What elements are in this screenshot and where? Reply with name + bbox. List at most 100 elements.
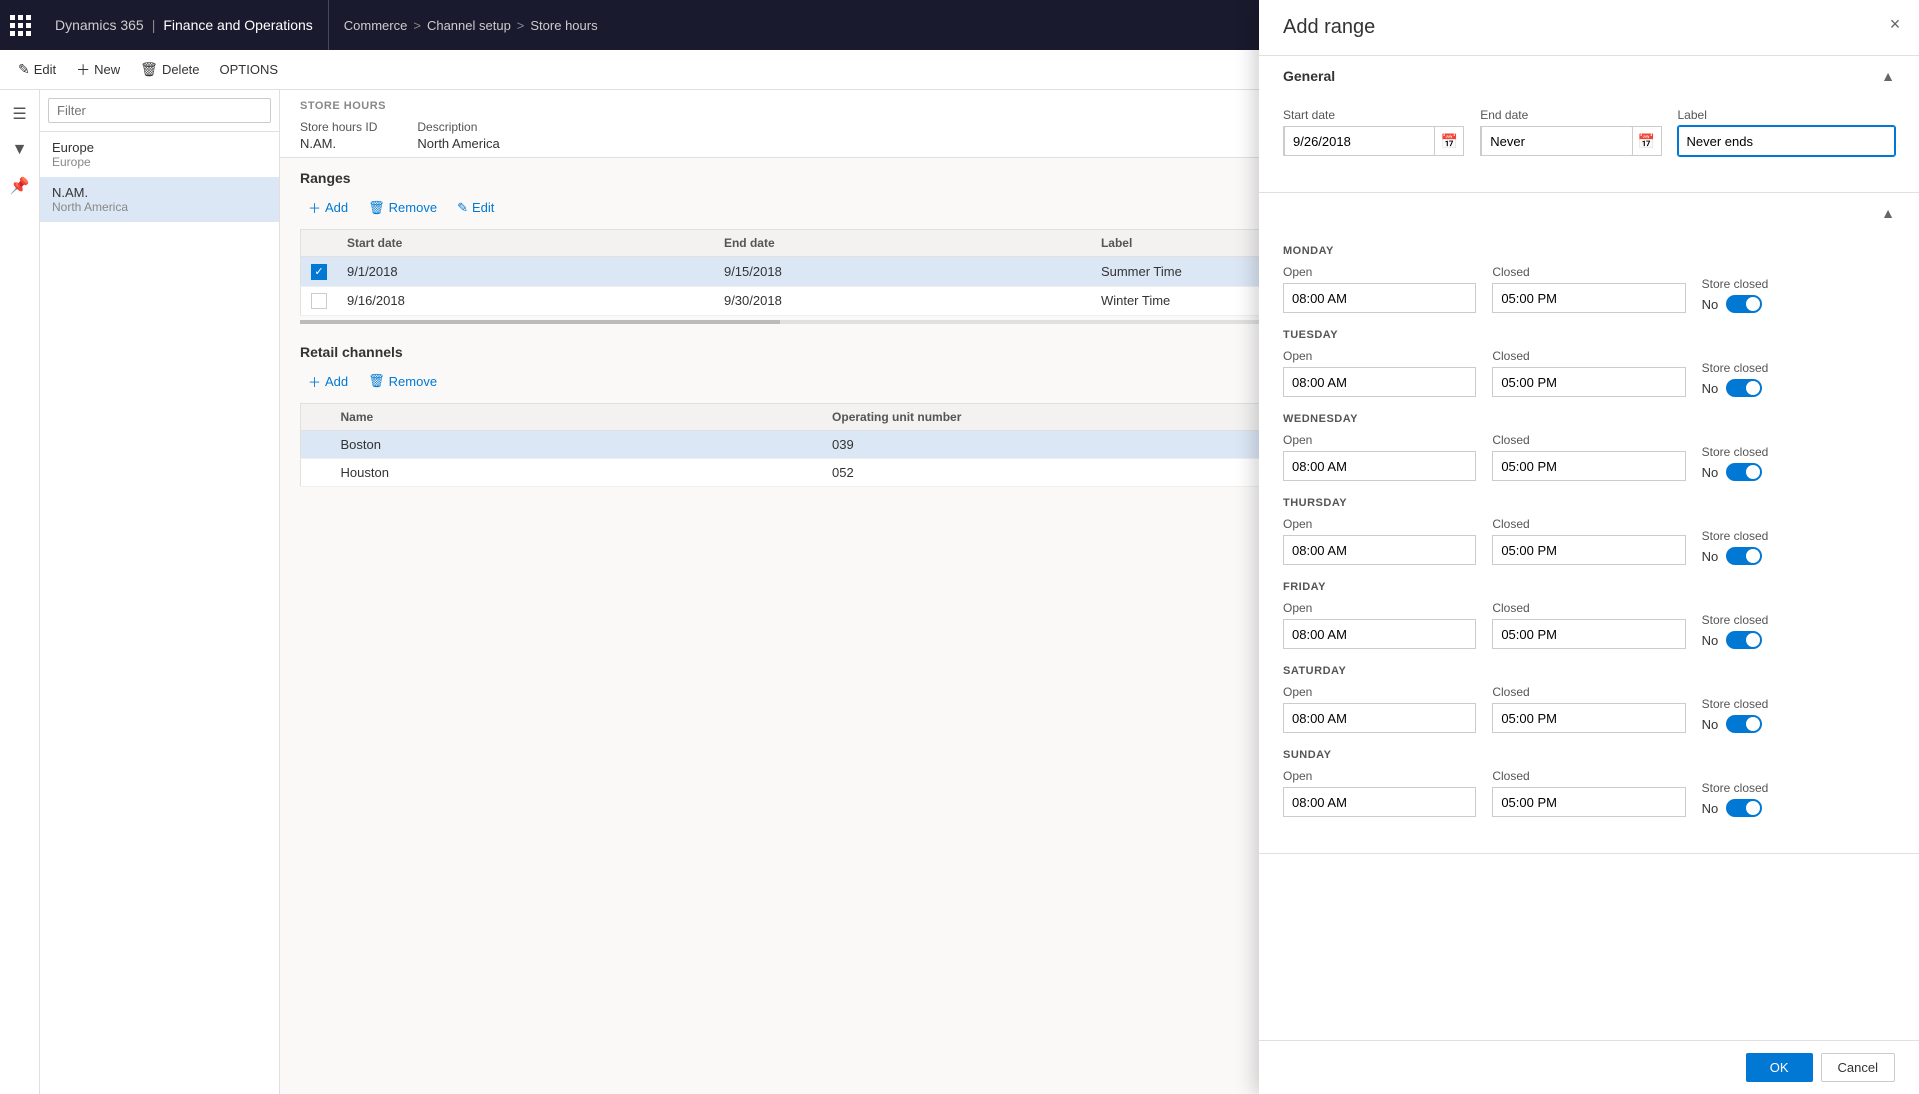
- closed-input-friday[interactable]: [1492, 619, 1685, 649]
- label-input[interactable]: [1678, 126, 1896, 156]
- chevron-up-icon: ▲: [1881, 68, 1895, 84]
- day-section-sunday: SUNDAY Open Closed Store closed No: [1283, 749, 1895, 817]
- modal-body: General ▲ Start date 📅 End date: [1259, 56, 1919, 1040]
- open-input-friday[interactable]: [1283, 619, 1476, 649]
- store-closed-no-tuesday: No: [1702, 381, 1719, 396]
- closed-field-friday: Closed: [1492, 601, 1685, 649]
- start-date-input-wrapper: 📅: [1283, 126, 1464, 156]
- closed-input-tuesday[interactable]: [1492, 367, 1685, 397]
- general-section-header[interactable]: General ▲: [1259, 56, 1919, 96]
- day-section-tuesday: TUESDAY Open Closed Store closed No: [1283, 329, 1895, 397]
- start-date-calendar-button[interactable]: 📅: [1435, 127, 1463, 155]
- sidebar: Europe Europe N.AM. North America: [40, 90, 280, 1094]
- store-closed-toggle-thursday[interactable]: [1726, 547, 1762, 565]
- store-closed-no-friday: No: [1702, 633, 1719, 648]
- checkbox-checked-icon: ✓: [311, 264, 327, 280]
- day-fields-sunday: Open Closed Store closed No: [1283, 769, 1895, 817]
- row-name: Boston: [331, 430, 823, 458]
- closed-input-thursday[interactable]: [1492, 535, 1685, 565]
- retail-remove-button[interactable]: 🗑 Remove: [360, 368, 445, 395]
- retail-add-button[interactable]: ＋ Add: [300, 368, 356, 395]
- open-input-tuesday[interactable]: [1283, 367, 1476, 397]
- store-closed-toggle-sunday[interactable]: [1726, 799, 1762, 817]
- day-fields-friday: Open Closed Store closed No: [1283, 601, 1895, 649]
- store-closed-toggle-saturday[interactable]: [1726, 715, 1762, 733]
- brand-d365-label[interactable]: Dynamics 365: [55, 17, 144, 33]
- store-closed-no-sunday: No: [1702, 801, 1719, 816]
- modal-title: Add range: [1259, 0, 1919, 56]
- nav-hamburger-button[interactable]: ☰: [4, 98, 36, 130]
- delete-icon: 🗑: [140, 61, 158, 78]
- edit-icon: ✎: [18, 61, 30, 78]
- closed-input-saturday[interactable]: [1492, 703, 1685, 733]
- open-input-thursday[interactable]: [1283, 535, 1476, 565]
- brand-area: Dynamics 365 | Finance and Operations: [40, 0, 329, 50]
- open-input-sunday[interactable]: [1283, 787, 1476, 817]
- day-fields-saturday: Open Closed Store closed No: [1283, 685, 1895, 733]
- store-closed-no-saturday: No: [1702, 717, 1719, 732]
- store-closed-field-thursday: Store closed No: [1702, 529, 1895, 565]
- new-button[interactable]: ＋ New: [68, 56, 128, 84]
- breadcrumb-store-hours[interactable]: Store hours: [530, 18, 597, 33]
- filter-button[interactable]: ▼: [4, 134, 36, 166]
- waffle-icon: [10, 15, 31, 36]
- open-input-monday[interactable]: [1283, 283, 1476, 313]
- closed-field-wednesday: Closed: [1492, 433, 1685, 481]
- days-section-header[interactable]: ▲: [1259, 193, 1919, 233]
- icon-bar: ☰ ▼ 📌: [0, 90, 40, 1094]
- waffle-menu-button[interactable]: [0, 0, 40, 50]
- store-closed-toggle-tuesday[interactable]: [1726, 379, 1762, 397]
- pin-button[interactable]: 📌: [4, 170, 36, 202]
- general-section-content: Start date 📅 End date 📅: [1259, 96, 1919, 192]
- closed-input-monday[interactable]: [1492, 283, 1685, 313]
- row-check[interactable]: [301, 286, 338, 315]
- row-check[interactable]: ✓: [301, 257, 338, 287]
- store-closed-field-tuesday: Store closed No: [1702, 361, 1895, 397]
- ok-button[interactable]: OK: [1746, 1053, 1813, 1082]
- sidebar-item-europe[interactable]: Europe Europe: [40, 132, 279, 177]
- remove-icon: 🗑: [368, 200, 385, 216]
- store-closed-toggle-friday[interactable]: [1726, 631, 1762, 649]
- edit-icon: ✎: [457, 200, 468, 216]
- end-date-field: End date 📅: [1480, 108, 1661, 156]
- label-field: Label: [1678, 108, 1896, 156]
- edit-button[interactable]: ✎ Edit: [10, 57, 64, 82]
- ranges-col-check: [301, 230, 338, 257]
- end-date-calendar-button[interactable]: 📅: [1633, 127, 1661, 155]
- ranges-edit-button[interactable]: ✎ Edit: [449, 194, 502, 221]
- store-closed-toggle-monday[interactable]: [1726, 295, 1762, 313]
- delete-button[interactable]: 🗑 Delete: [132, 57, 207, 82]
- options-button[interactable]: OPTIONS: [212, 58, 287, 81]
- day-label-thursday: THURSDAY: [1283, 497, 1895, 509]
- days-section: ▲ MONDAY Open Closed Store closed: [1259, 193, 1919, 854]
- days-section-content: MONDAY Open Closed Store closed No: [1259, 233, 1919, 853]
- cancel-button[interactable]: Cancel: [1821, 1053, 1895, 1082]
- closed-input-wednesday[interactable]: [1492, 451, 1685, 481]
- open-input-wednesday[interactable]: [1283, 451, 1476, 481]
- open-field-monday: Open: [1283, 265, 1476, 313]
- general-label: General: [1283, 68, 1335, 84]
- modal-close-button[interactable]: ×: [1881, 10, 1909, 38]
- day-label-tuesday: TUESDAY: [1283, 329, 1895, 341]
- breadcrumb: Commerce > Channel setup > Store hours: [329, 18, 613, 33]
- day-section-wednesday: WEDNESDAY Open Closed Store closed No: [1283, 413, 1895, 481]
- modal-footer: OK Cancel: [1259, 1040, 1919, 1094]
- breadcrumb-commerce[interactable]: Commerce: [344, 18, 408, 33]
- open-input-saturday[interactable]: [1283, 703, 1476, 733]
- breadcrumb-channel-setup[interactable]: Channel setup: [427, 18, 511, 33]
- store-hours-id-field: Store hours ID N.AM.: [300, 120, 377, 151]
- ranges-remove-button[interactable]: 🗑 Remove: [360, 194, 445, 221]
- ranges-add-button[interactable]: ＋ Add: [300, 194, 356, 221]
- closed-input-sunday[interactable]: [1492, 787, 1685, 817]
- start-date-field: Start date 📅: [1283, 108, 1464, 156]
- remove-icon: 🗑: [368, 373, 385, 389]
- sidebar-item-nam[interactable]: N.AM. North America: [40, 177, 279, 222]
- end-date-input[interactable]: [1481, 126, 1632, 156]
- closed-field-thursday: Closed: [1492, 517, 1685, 565]
- start-date-input[interactable]: [1284, 126, 1435, 156]
- day-label-saturday: SATURDAY: [1283, 665, 1895, 677]
- sidebar-filter-input[interactable]: [48, 98, 271, 123]
- store-closed-toggle-wednesday[interactable]: [1726, 463, 1762, 481]
- add-icon: ＋: [76, 60, 90, 80]
- store-closed-field-sunday: Store closed No: [1702, 781, 1895, 817]
